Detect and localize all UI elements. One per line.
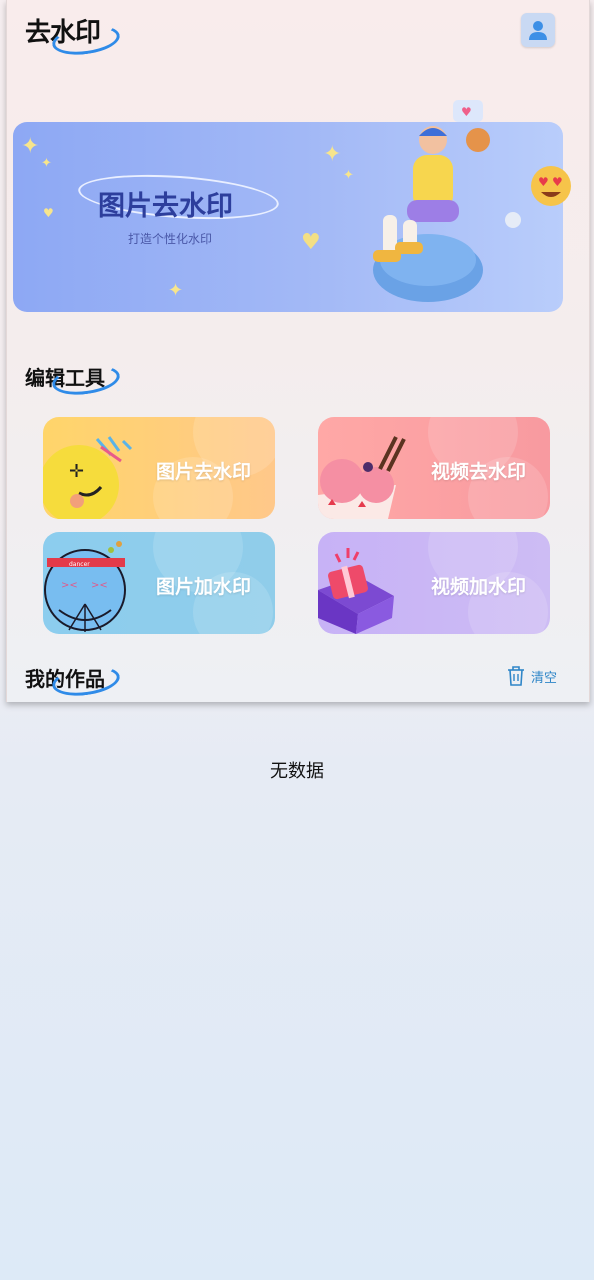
tool-label: 图片加水印 xyxy=(155,576,251,598)
sparkle-icon: ✦ xyxy=(21,134,40,159)
banner-subtitle: 打造个性化水印 xyxy=(128,232,213,246)
svg-text:><: >< xyxy=(61,580,78,591)
svg-text:✛: ✛ xyxy=(69,461,84,482)
sparkle-icon: ✦ xyxy=(168,280,184,301)
banner-title: 图片去水印 xyxy=(98,191,233,222)
character-illustration: ♥ xyxy=(373,100,521,302)
promo-banner[interactable]: 图片去水印 打造个性化水印 ✦ ✦ ✦ ✦ ✦ ♥ ♥ ♥ ♥ ♥ xyxy=(13,100,571,312)
dancer-icon: dancer >< >< xyxy=(44,541,126,632)
heart-icon: ♥ xyxy=(43,206,54,220)
giftbox-icon xyxy=(318,548,394,634)
smiley-icon: ✛ xyxy=(43,436,133,519)
tool-image-add-watermark[interactable]: dancer >< >< 图片加水印 xyxy=(43,532,275,634)
tool-image-remove-watermark[interactable]: ✛ 图片去水印 xyxy=(43,417,275,519)
svg-text:♥: ♥ xyxy=(552,175,563,189)
svg-text:dancer: dancer xyxy=(69,561,90,568)
sparkle-icon: ✦ xyxy=(41,156,52,171)
tool-video-add-watermark[interactable]: 视频加水印 xyxy=(318,532,550,634)
clear-button[interactable]: 清空 xyxy=(506,665,557,687)
svg-text:♥: ♥ xyxy=(538,175,549,189)
profile-button[interactable] xyxy=(521,13,555,47)
heart-icon: ♥ xyxy=(301,230,321,255)
icecream-icon xyxy=(318,436,406,519)
empty-state-text: 无数据 xyxy=(270,761,324,782)
heart-eyes-emoji-icon: ♥ ♥ xyxy=(531,166,571,206)
user-icon xyxy=(529,21,547,40)
trash-icon xyxy=(508,666,524,686)
svg-text:><: >< xyxy=(91,580,108,591)
svg-text:♥: ♥ xyxy=(461,105,472,119)
clear-label: 清空 xyxy=(531,670,558,686)
tool-label: 视频去水印 xyxy=(430,461,526,483)
tool-label: 视频加水印 xyxy=(430,576,526,598)
tool-label: 图片去水印 xyxy=(155,461,251,483)
tool-video-remove-watermark[interactable]: 视频去水印 xyxy=(318,417,550,519)
